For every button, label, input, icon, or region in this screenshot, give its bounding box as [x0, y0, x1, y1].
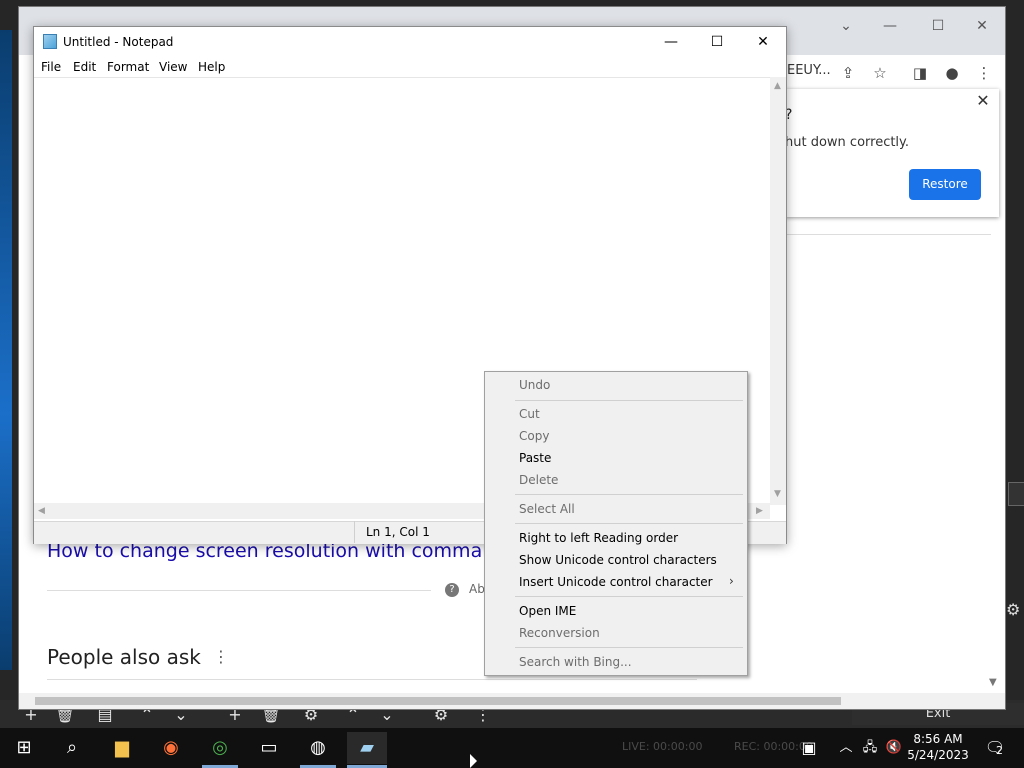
- menu-item-show-unicode[interactable]: Show Unicode control characters: [519, 550, 717, 570]
- profile-avatar-icon[interactable]: ●: [941, 62, 963, 84]
- chrome-icon[interactable]: ◎: [200, 732, 240, 764]
- scroll-right-icon[interactable]: ▶: [756, 506, 763, 516]
- submenu-arrow-icon: ›: [729, 574, 734, 588]
- clock-time: 8:56 AM: [913, 732, 963, 746]
- menu-separator: [515, 647, 743, 648]
- scroll-down-arrow-icon[interactable]: ▼: [989, 677, 997, 688]
- divider: [47, 679, 697, 680]
- menu-item-insert-unicode[interactable]: Insert Unicode control character: [519, 572, 713, 592]
- menu-separator: [515, 596, 743, 597]
- bookmark-star-icon[interactable]: ☆: [869, 62, 891, 84]
- people-also-ask-heading: People also ask: [47, 645, 201, 669]
- menu-item-open-ime[interactable]: Open IME: [519, 601, 576, 621]
- cursor-position: Ln 1, Col 1: [366, 525, 430, 539]
- share-icon[interactable]: ⇪: [837, 62, 859, 84]
- menu-item-reconversion[interactable]: Reconversion: [519, 623, 600, 643]
- divider: [47, 590, 431, 591]
- firefox-icon[interactable]: ◉: [151, 732, 191, 764]
- popup-close-icon[interactable]: ✕: [973, 91, 993, 111]
- volume-muted-icon[interactable]: 🔇: [884, 732, 904, 764]
- paa-more-icon[interactable]: ⋮: [213, 647, 229, 666]
- network-icon[interactable]: 🖧: [860, 732, 880, 764]
- menu-file[interactable]: File: [41, 60, 61, 74]
- mouse-cursor-icon: [470, 754, 477, 768]
- menu-view[interactable]: View: [159, 60, 187, 74]
- menu-item-undo[interactable]: Undo: [519, 375, 550, 395]
- menu-edit[interactable]: Edit: [73, 60, 96, 74]
- menu-item-rtl-reading[interactable]: Right to left Reading order: [519, 528, 678, 548]
- chrome-tab-search-icon[interactable]: ⌄: [831, 15, 861, 37]
- news-widget-icon[interactable]: ▣: [794, 732, 824, 764]
- about-result-text[interactable]: Ab: [469, 582, 485, 596]
- menu-item-paste[interactable]: Paste: [519, 448, 551, 468]
- chrome-close-button[interactable]: ✕: [967, 15, 997, 37]
- clock[interactable]: 8:56 AM 5/24/2023: [906, 731, 970, 763]
- chrome-menu-icon[interactable]: ⋮: [973, 62, 995, 84]
- chrome-minimize-button[interactable]: —: [875, 15, 905, 37]
- notepad-app-icon[interactable]: [43, 34, 57, 49]
- context-menu: Undo Cut Copy Paste Delete Select All Ri…: [484, 371, 748, 676]
- about-result-icon[interactable]: ?: [445, 583, 459, 597]
- desktop-accent-strip: [0, 30, 12, 670]
- scroll-down-icon[interactable]: ▼: [774, 489, 781, 499]
- start-windows-icon[interactable]: ⊞: [4, 732, 44, 764]
- scroll-left-icon[interactable]: ◀: [38, 506, 45, 516]
- vertical-scrollbar[interactable]: ▲ ▼: [770, 77, 786, 505]
- scroll-up-icon[interactable]: ▲: [774, 81, 781, 91]
- menu-bar: File Edit Format View Help: [34, 57, 786, 77]
- menu-item-cut[interactable]: Cut: [519, 404, 540, 424]
- minimize-button[interactable]: —: [648, 27, 694, 57]
- taskbar: ⊞ ⌕ ▆ ◉ ◎ ▭ ◍ ▰ LIVE: 00:00:00 REC: 00:0…: [0, 728, 1024, 768]
- divider: [785, 234, 991, 235]
- file-explorer-icon[interactable]: ▆: [102, 732, 142, 764]
- menu-separator: [515, 400, 743, 401]
- clock-date: 5/24/2023: [907, 748, 969, 762]
- side-panel-icon[interactable]: ◨: [909, 62, 931, 84]
- chrome-maximize-button[interactable]: ☐: [923, 15, 953, 37]
- menu-separator: [515, 494, 743, 495]
- menu-item-copy[interactable]: Copy: [519, 426, 549, 446]
- terminal-icon[interactable]: ▭: [249, 732, 289, 764]
- omnibox-text[interactable]: EEUY...: [787, 63, 831, 78]
- obs-gear-icon[interactable]: ⚙: [1006, 600, 1024, 624]
- menu-separator: [515, 523, 743, 524]
- menu-item-select-all[interactable]: Select All: [519, 499, 575, 519]
- restore-popup-message: hut down correctly.: [785, 135, 910, 150]
- notepad-titlebar[interactable]: Untitled - Notepad — ☐ ✕: [34, 27, 786, 57]
- chrome-scrollbar-thumb[interactable]: [35, 697, 841, 705]
- obs-panel-edge: [1008, 482, 1024, 506]
- obs-live-status: LIVE: 00:00:00: [622, 740, 703, 753]
- search-icon[interactable]: ⌕: [52, 732, 92, 764]
- maximize-button[interactable]: ☐: [694, 27, 740, 57]
- window-title: Untitled - Notepad: [63, 35, 174, 49]
- show-hidden-icons-icon[interactable]: ︿: [836, 732, 856, 764]
- status-separator: [354, 521, 355, 543]
- obs-icon[interactable]: ◍: [298, 732, 338, 764]
- menu-format[interactable]: Format: [107, 60, 149, 74]
- restore-button[interactable]: Restore: [909, 169, 981, 200]
- notification-center-icon[interactable]: 🗨: [980, 732, 1010, 764]
- menu-help[interactable]: Help: [198, 60, 225, 74]
- notepad-taskbar-icon[interactable]: ▰: [347, 732, 387, 764]
- notification-count: 2: [996, 744, 1003, 757]
- menu-item-search-bing[interactable]: Search with Bing...: [519, 652, 632, 672]
- menu-item-delete[interactable]: Delete: [519, 470, 558, 490]
- close-button[interactable]: ✕: [740, 27, 786, 57]
